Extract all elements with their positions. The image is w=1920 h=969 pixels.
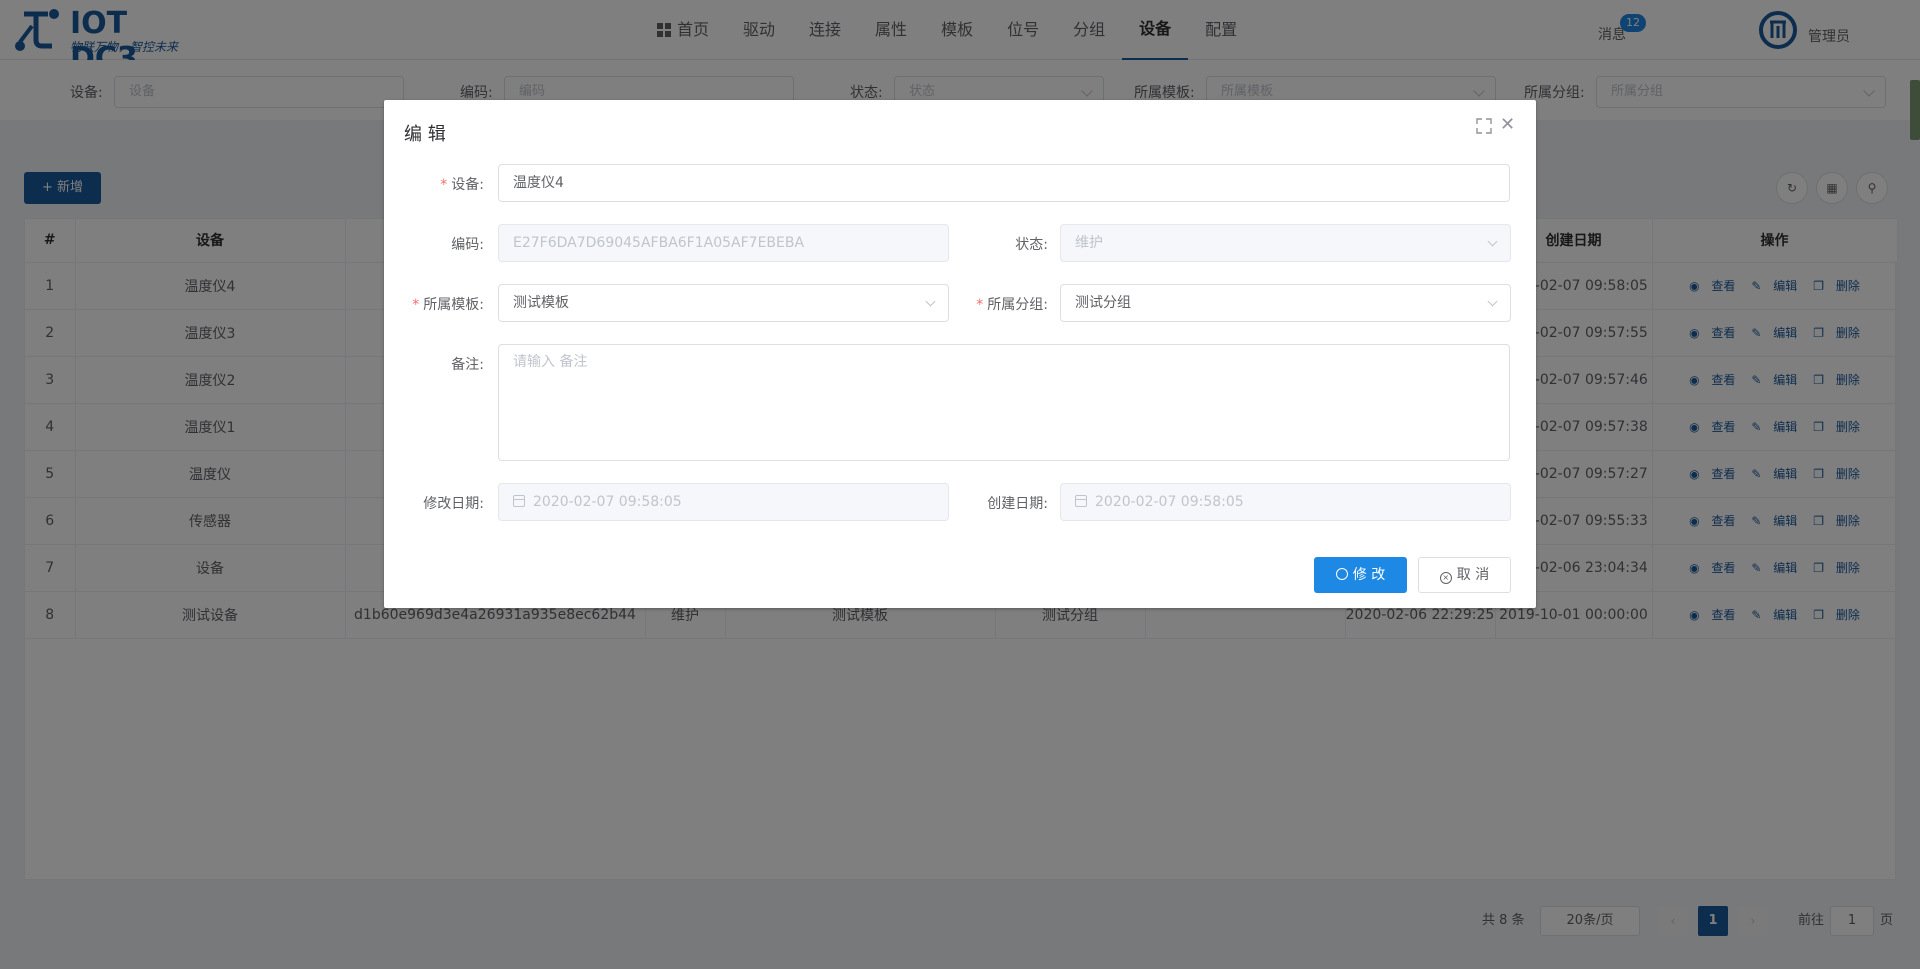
created-date-label: 创建日期:: [987, 496, 1048, 512]
group-label-text: 所属分组:: [987, 297, 1048, 313]
created-date-input: 2020-02-07 09:58:05: [1060, 483, 1511, 521]
device-field-label: * 设备:: [384, 174, 484, 194]
device-name-input[interactable]: 温度仪4: [498, 164, 1510, 202]
required-mark: *: [412, 297, 420, 313]
modified-date-input: 2020-02-07 09:58:05: [498, 483, 949, 521]
template-label-text: 所属模板:: [423, 297, 484, 313]
device-template-value: 测试模板: [513, 295, 569, 311]
modified-date-label: 修改日期:: [423, 496, 484, 512]
device-code-input: E27F6DA7D69045AFBA6F1A05AF7EBEBA: [498, 224, 949, 262]
close-icon[interactable]: ✕: [1500, 116, 1515, 134]
device-template-select[interactable]: 测试模板: [498, 284, 949, 322]
cancel-button[interactable]: × 取 消: [1418, 557, 1511, 593]
edit-device-dialog: 编 辑 ✕ * 设备: 温度仪4 编码: E27F6DA7D69045AFBA6F…: [384, 100, 1536, 608]
remark-textarea[interactable]: 请输入 备注: [498, 344, 1510, 461]
calendar-icon: [1075, 495, 1087, 507]
template-field-label: * 所属模板:: [384, 294, 484, 314]
required-mark: *: [440, 177, 448, 193]
device-group-value: 测试分组: [1075, 295, 1131, 311]
close-circle-icon: ×: [1439, 572, 1452, 584]
required-mark: *: [976, 297, 984, 313]
dialog-title: 编 辑: [404, 124, 446, 145]
chevron-down-icon: [1487, 236, 1498, 247]
status-field-label: 状态:: [1015, 237, 1048, 253]
chevron-down-icon: [1487, 296, 1498, 307]
chevron-down-icon: [925, 296, 936, 307]
modified-date-value: 2020-02-07 09:58:05: [533, 494, 682, 510]
check-circle-icon: [1335, 568, 1348, 580]
device-group-select[interactable]: 测试分组: [1060, 284, 1511, 322]
submit-edit-button[interactable]: 修 改: [1314, 557, 1407, 593]
remark-field-label: 备注:: [451, 357, 484, 373]
device-status-select: 维护: [1060, 224, 1511, 262]
group-field-label: * 所属分组:: [948, 294, 1048, 314]
device-label-text: 设备:: [451, 177, 484, 193]
device-status-value: 维护: [1075, 235, 1103, 251]
created-date-value: 2020-02-07 09:58:05: [1095, 494, 1244, 510]
fullscreen-icon[interactable]: [1476, 118, 1492, 134]
calendar-icon: [513, 495, 525, 507]
code-field-label: 编码:: [451, 237, 484, 253]
cancel-label: 取 消: [1456, 567, 1490, 583]
submit-label: 修 改: [1352, 567, 1386, 583]
